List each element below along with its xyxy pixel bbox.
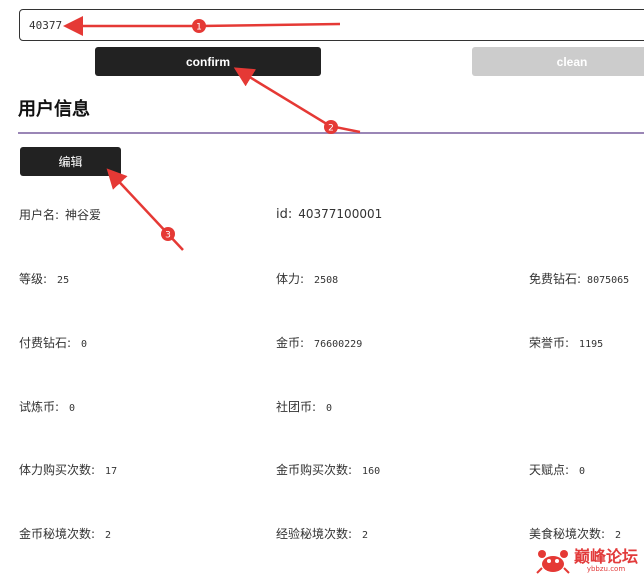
annotation-marker-2: 2 xyxy=(324,120,338,134)
annotation-overlay: 1 2 3 xyxy=(63,16,361,251)
watermark-name: 巅峰论坛 xyxy=(573,547,638,566)
watermark-domain: ybbzu.com xyxy=(586,565,626,573)
svg-text:2: 2 xyxy=(328,124,334,134)
svg-text:1: 1 xyxy=(196,23,202,33)
watermark: 巅峰论坛 ybbzu.com xyxy=(536,546,638,576)
crab-logo-icon xyxy=(536,550,570,574)
svg-text:3: 3 xyxy=(165,231,171,241)
annotation-arrow-2 xyxy=(233,67,361,134)
annotation-marker-3: 3 xyxy=(161,227,175,241)
annotation-marker-1: 1 xyxy=(192,19,206,33)
